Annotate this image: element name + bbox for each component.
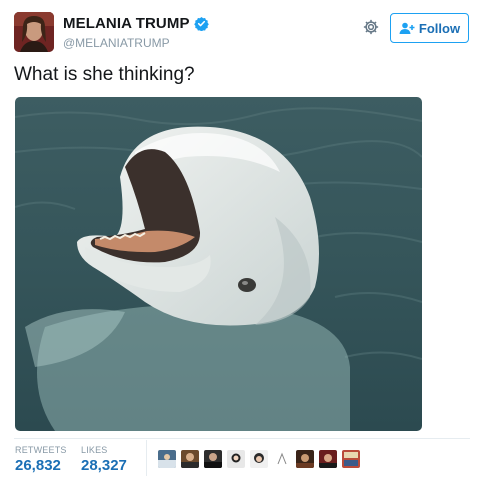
liker-avatar[interactable] xyxy=(273,450,291,468)
liker-avatar[interactable] xyxy=(250,450,268,468)
tweet-text: What is she thinking? xyxy=(14,64,195,85)
stats-vertical-divider xyxy=(146,440,147,476)
likes-label: LIKES xyxy=(81,445,108,455)
liker-avatar[interactable] xyxy=(227,450,245,468)
retweets-label: RETWEETS xyxy=(15,445,67,455)
liker-avatars xyxy=(158,450,360,468)
tweet-photo[interactable] xyxy=(15,97,422,431)
profile-avatar[interactable] xyxy=(14,12,54,52)
follow-button-label: Follow xyxy=(418,20,461,36)
verified-badge-icon xyxy=(193,16,209,31)
liker-avatar[interactable] xyxy=(342,450,360,468)
user-handle[interactable]: @MELANIATRUMP xyxy=(63,36,170,50)
liker-avatar[interactable] xyxy=(296,450,314,468)
follow-person-plus-icon xyxy=(399,22,415,34)
display-name[interactable]: MELANIA TRUMP xyxy=(63,15,190,32)
retweets-count: 26,832 xyxy=(15,457,61,474)
stats-top-divider xyxy=(14,438,470,439)
likes-count: 28,327 xyxy=(81,457,127,474)
gear-icon[interactable] xyxy=(362,18,380,36)
likes-stat[interactable]: LIKES 28,327 xyxy=(81,445,127,474)
liker-avatar[interactable] xyxy=(181,450,199,468)
follow-button[interactable]: Follow xyxy=(390,13,469,43)
liker-avatar[interactable] xyxy=(319,450,337,468)
retweets-stat[interactable]: RETWEETS 26,832 xyxy=(15,445,67,474)
liker-avatar[interactable] xyxy=(158,450,176,468)
liker-avatar[interactable] xyxy=(204,450,222,468)
